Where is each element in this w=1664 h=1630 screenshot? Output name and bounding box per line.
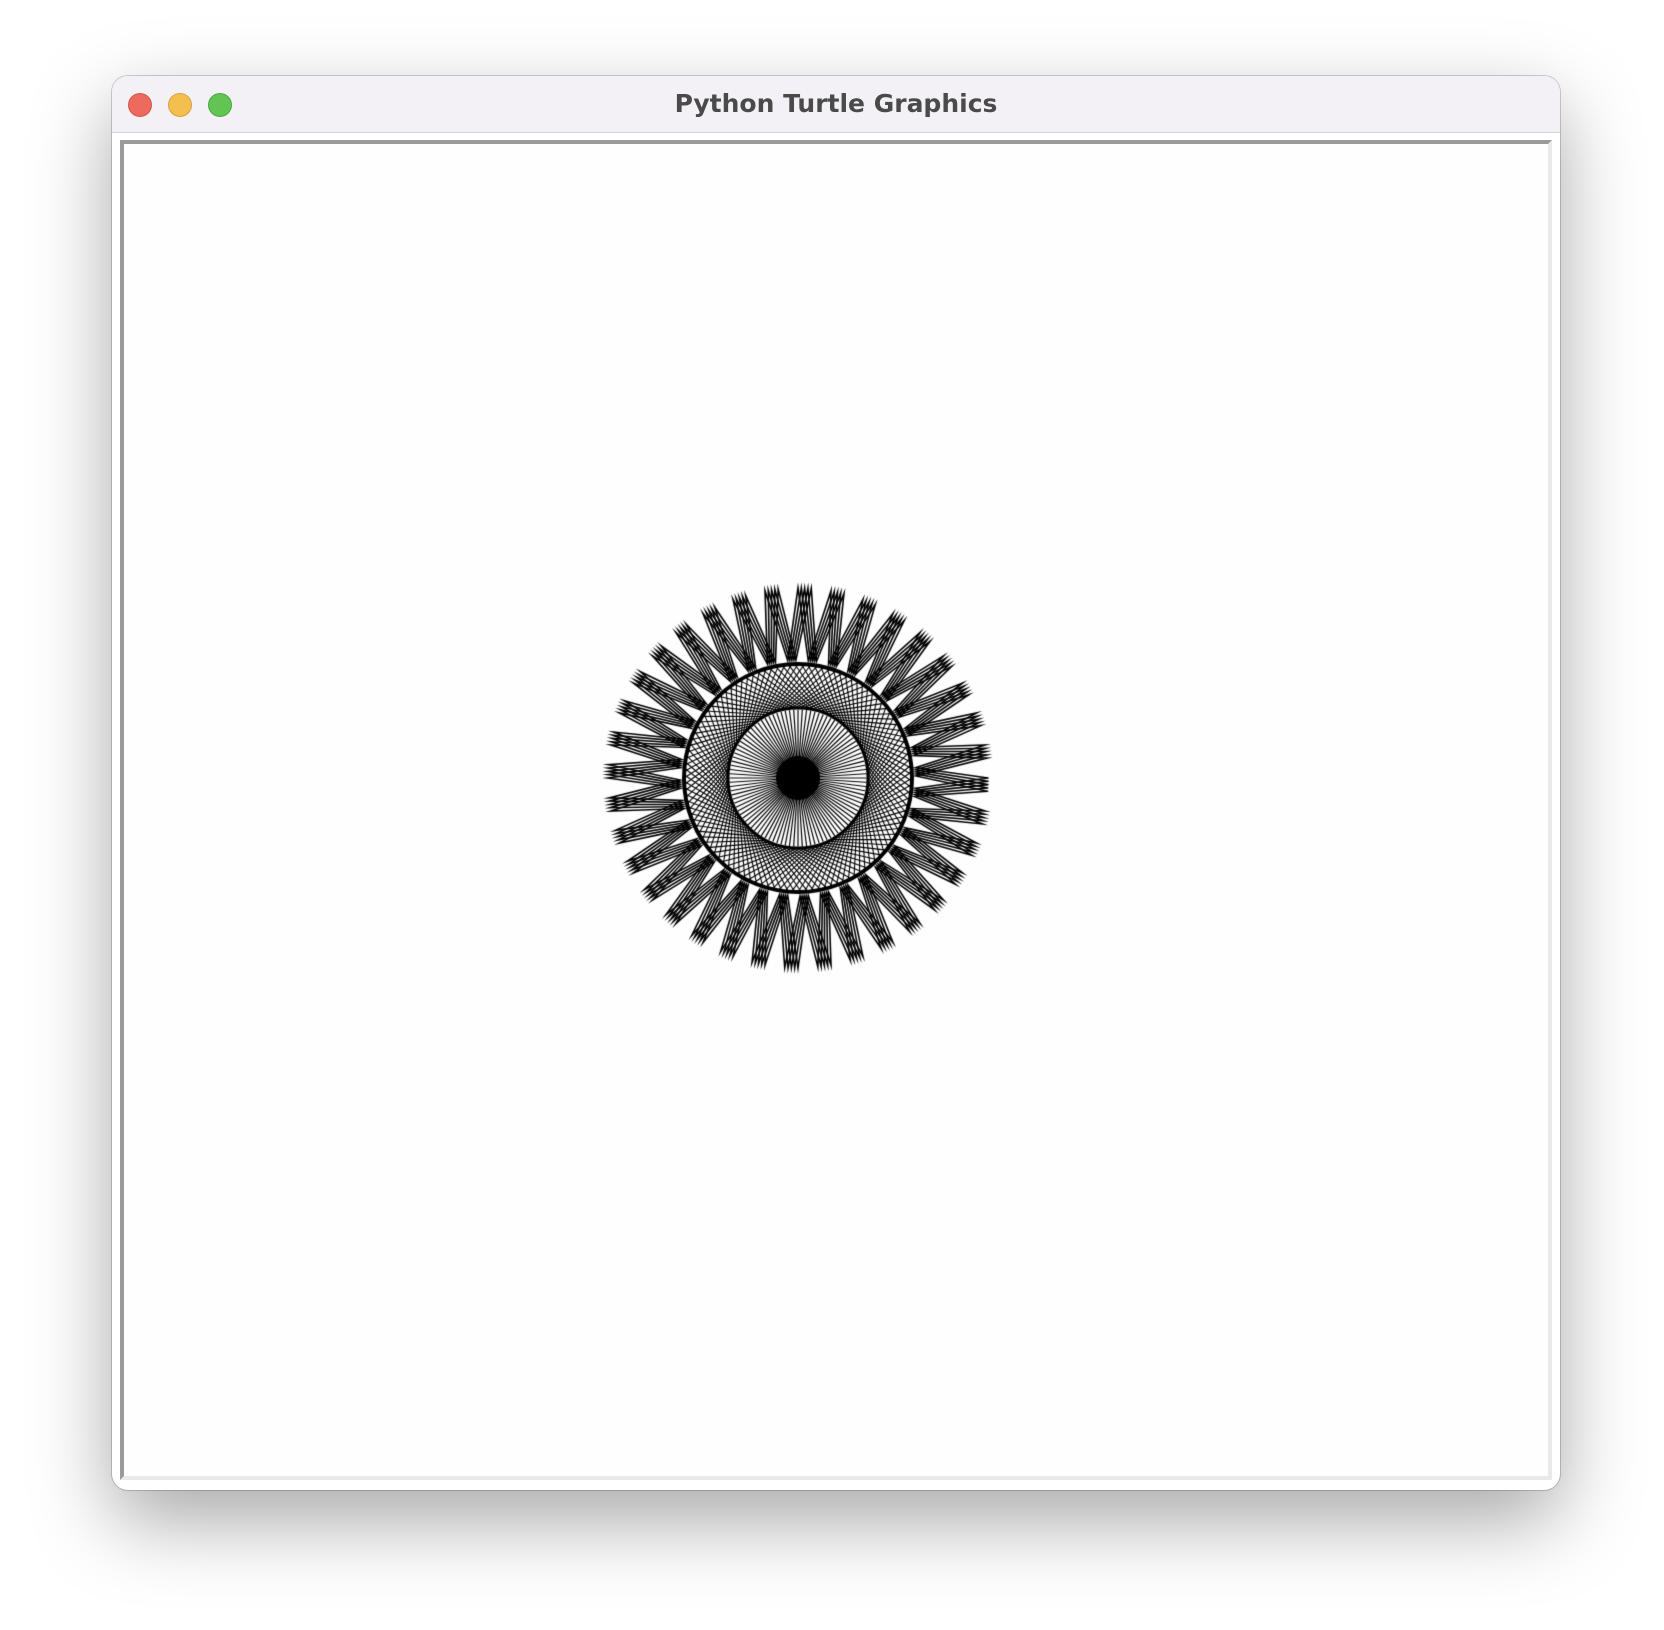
turtle-window: Python Turtle Graphics (112, 76, 1560, 1490)
title-bar[interactable]: Python Turtle Graphics (112, 76, 1560, 133)
turtle-canvas-frame (120, 140, 1552, 1480)
window-title: Python Turtle Graphics (674, 89, 998, 118)
turtle-drawing-canvas[interactable] (124, 144, 1548, 1476)
